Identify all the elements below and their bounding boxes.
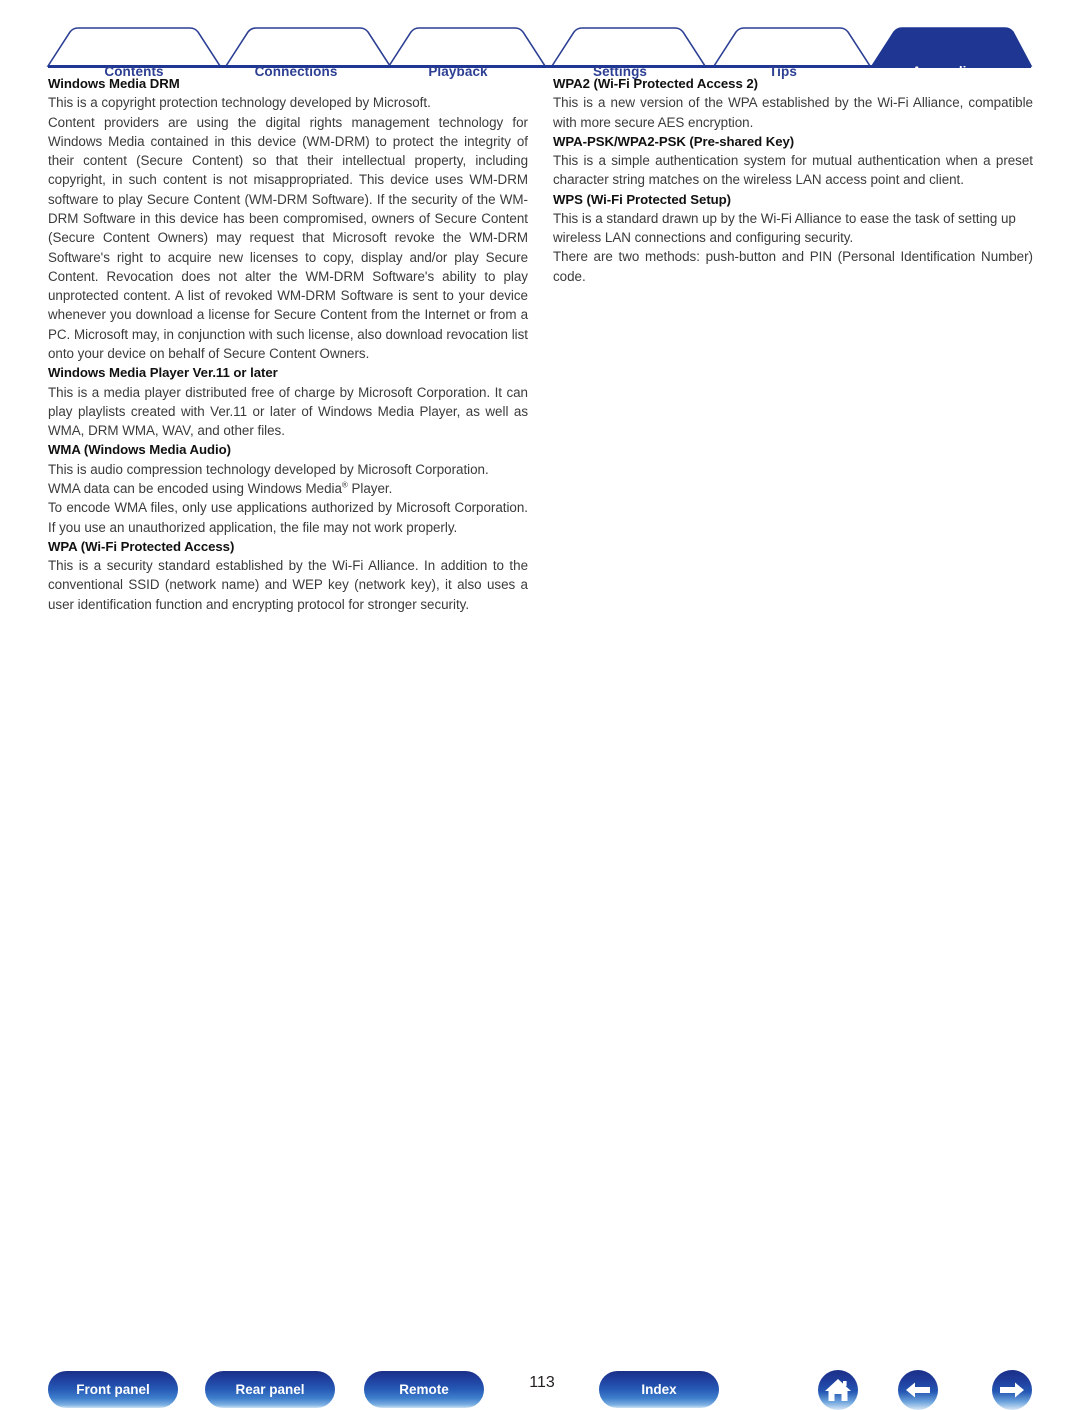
paragraph-wmdrm-detail: Content providers are using the digital … [48,114,528,362]
tab-shape-playback [387,27,547,67]
front-panel-button[interactable]: Front panel [48,1371,178,1408]
paragraph-wma-intro: This is audio compression technology dev… [48,461,489,477]
tab-shape-appendix [870,27,1033,67]
section-heading-windows-media-drm: Windows Media DRM [48,76,180,91]
section-heading-wma: WMA (Windows Media Audio) [48,442,231,458]
paragraph-wps-methods: There are two methods: push-button and P… [553,249,1033,284]
tab-shape-contents [46,27,222,67]
right-column: WPA2 (Wi-Fi Protected Access 2) This is … [553,74,1033,286]
remote-button[interactable]: Remote [364,1371,484,1408]
paragraph-wpa2-detail: This is a new version of the WPA establi… [553,95,1033,130]
paragraph-wps-detail: This is a standard drawn up by the Wi-Fi… [553,210,1016,246]
tab-shape-connections [224,27,392,67]
page-content: Windows Media DRM This is a copyright pr… [48,74,1033,664]
paragraph-wmdrm-intro: This is a copyright protection technolog… [48,95,431,111]
section-heading-windows-media-player: Windows Media Player Ver.11 or later [48,365,278,381]
tab-shape-tips [712,27,872,67]
paragraph-wpa-psk-detail: This is a simple authentication system f… [553,153,1033,188]
tab-shape-settings [550,27,707,67]
footer-navigation: Front panel Rear panel Remote 113 Index [0,680,1080,1410]
registered-trademark-symbol: ® [341,480,348,490]
index-button[interactable]: Index [599,1371,719,1408]
back-arrow-icon[interactable] [898,1370,938,1410]
paragraph-wma-authorized: To encode WMA files, only use applicatio… [48,500,528,535]
section-heading-wpa2: WPA2 (Wi-Fi Protected Access 2) [553,76,758,91]
home-icon[interactable] [818,1370,858,1410]
rear-panel-button[interactable]: Rear panel [205,1371,335,1408]
tab-bar: Contents Connections Playback Settings T… [0,24,1080,79]
tab-bar-underline [48,65,1031,68]
page-number: 113 [529,1374,555,1391]
paragraph-wpa-detail: This is a security standard established … [48,558,528,612]
paragraph-wma-encode-note: WMA data can be encoded using Windows Me… [48,480,393,496]
paragraph-wmp-detail: This is a media player distributed free … [48,384,528,439]
section-heading-wps: WPS (Wi-Fi Protected Setup) [553,191,732,207]
section-heading-wpa: WPA (Wi-Fi Protected Access) [48,538,235,554]
left-column: Windows Media DRM This is a copyright pr… [48,74,528,614]
forward-arrow-icon[interactable] [992,1370,1032,1410]
section-heading-wpa-psk: WPA-PSK/WPA2-PSK (Pre-shared Key) [553,133,795,149]
